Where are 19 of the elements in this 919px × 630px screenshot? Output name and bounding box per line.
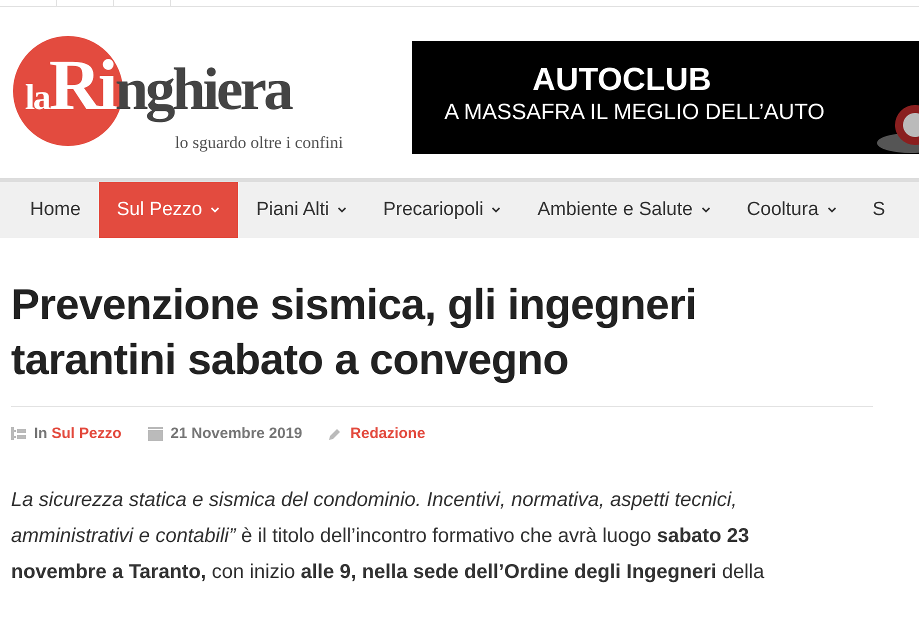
author-link[interactable]: Redazione <box>350 425 426 442</box>
nav-item[interactable]: Ambiente e Salute <box>519 182 729 238</box>
nav-item[interactable]: Piani Alti <box>238 182 366 238</box>
category-link[interactable]: Sul Pezzo <box>52 425 122 442</box>
banner-subtitle: A MASSAFRA IL MEGLIO DELL’AUTO <box>444 98 825 126</box>
article-body: La sicurezza statica e sismica del condominio. Incentivi, normativa, aspetti tecnici, amministrativi e contabili” è il titolo dell’incontro formativo che avrà luogo sabato 23 novembre a Taranto, con inizio alle 9, nella sede dell’Ordine degli Ingegneri della <box>11 488 766 585</box>
ad-banner[interactable]: AUTOCLUB A MASSAFRA IL MEGLIO DELL’AUTO <box>412 41 919 154</box>
nav-item[interactable]: Precariopoli <box>365 182 520 238</box>
calendar-icon <box>148 426 163 440</box>
nav-item[interactable]: Cooltura <box>728 182 855 238</box>
nav-item[interactable]: Home <box>12 182 99 238</box>
banner-title: AUTOCLUB <box>532 61 712 97</box>
pencil-icon <box>328 426 342 440</box>
nav-item[interactable]: S <box>854 182 904 238</box>
post-date: 21 Novembre 2019 <box>170 425 302 442</box>
category-icon <box>11 427 26 440</box>
article-title: Prevenzione sismica, gli ingegneri tarantini sabato a convegno <box>11 280 698 386</box>
category-label: In <box>34 425 48 442</box>
nav-item[interactable]: Sul Pezzo <box>98 182 238 238</box>
